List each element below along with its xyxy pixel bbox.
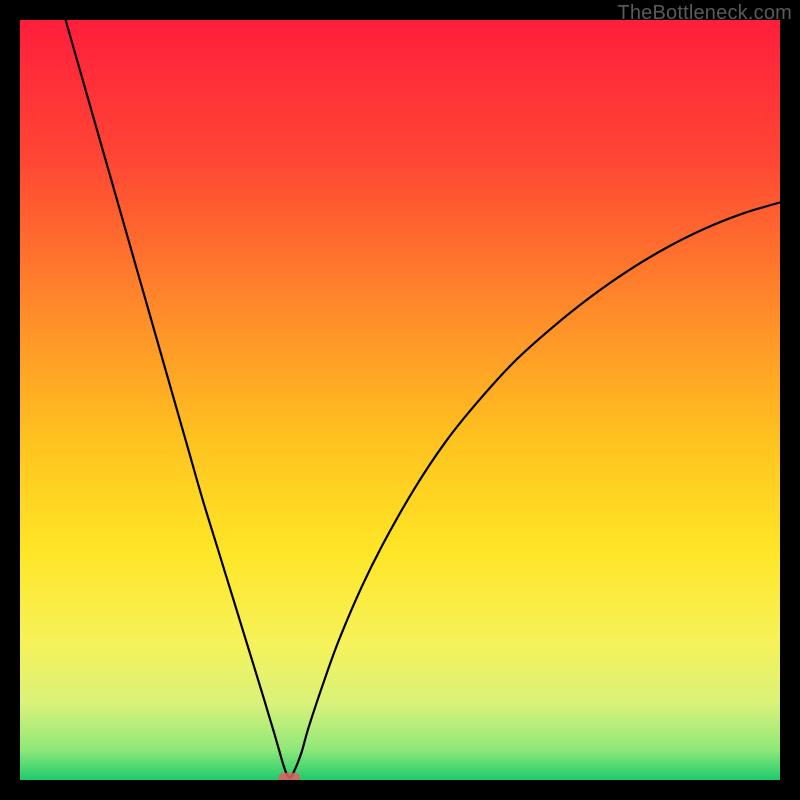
watermark-text: TheBottleneck.com xyxy=(617,2,792,25)
chart-frame xyxy=(20,20,780,780)
chart-background xyxy=(20,20,780,780)
min-marker xyxy=(278,773,300,780)
chart-plot xyxy=(20,20,780,780)
